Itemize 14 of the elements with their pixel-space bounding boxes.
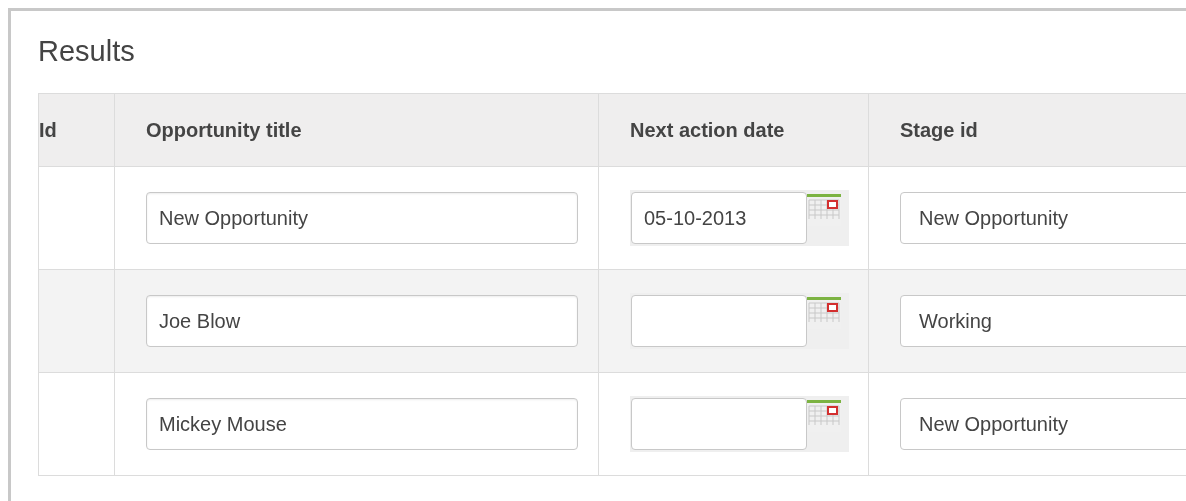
title-field[interactable]: New Opportunity bbox=[146, 192, 578, 244]
date-field[interactable] bbox=[631, 295, 807, 347]
stage-select[interactable]: Working bbox=[900, 295, 1186, 347]
section-title: Results bbox=[38, 34, 136, 69]
date-field[interactable] bbox=[631, 398, 807, 450]
column-header: Id bbox=[38, 93, 115, 167]
stage-select[interactable]: New Opportunity bbox=[900, 398, 1186, 450]
stage-select[interactable]: New Opportunity bbox=[900, 192, 1186, 244]
column-header: Stage id bbox=[868, 93, 1186, 167]
column-header: Next action date bbox=[598, 93, 869, 167]
column-header: Opportunity title bbox=[114, 93, 599, 167]
title-field[interactable]: Joe Blow bbox=[146, 295, 578, 347]
title-field[interactable]: Mickey Mouse bbox=[146, 398, 578, 450]
date-field[interactable]: 05-10-2013 bbox=[631, 192, 807, 244]
